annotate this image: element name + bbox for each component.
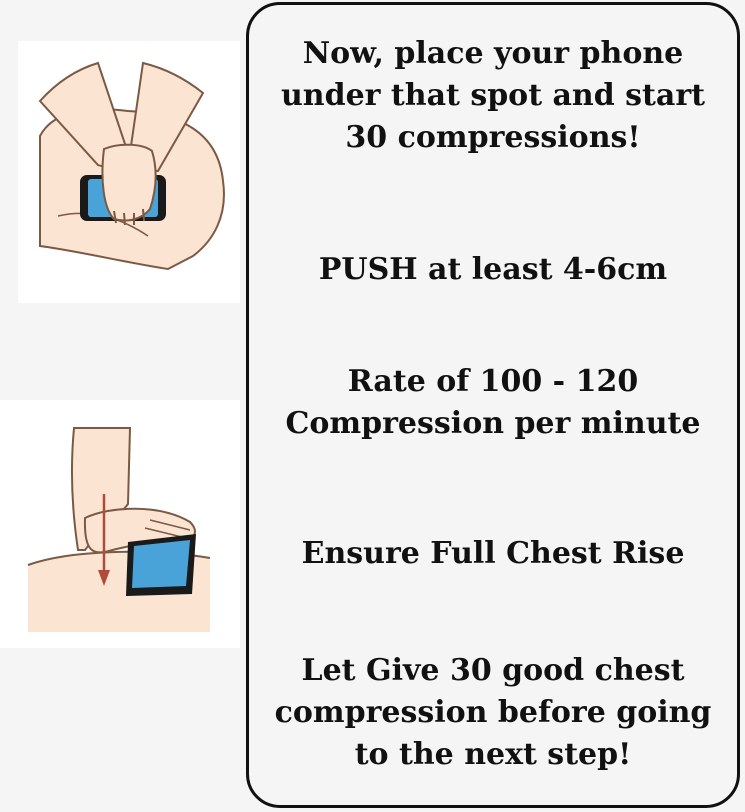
instruction-chest-rise: Ensure Full Chest Rise [301, 536, 685, 571]
instruction-final-step: Let Give 30 good chest compression befor… [274, 653, 712, 772]
side-compression-illustration [0, 400, 240, 648]
instruction-place-phone: Now, place your phone under that spot an… [280, 36, 706, 155]
hands-on-phone-chest-icon [38, 61, 225, 271]
instruction-panel: Now, place your phone under that spot an… [246, 2, 740, 808]
cpr-hands-phone-illustration [18, 41, 240, 303]
hand-pressing-phone-side-icon [27, 427, 211, 632]
instruction-compression-rate: Rate of 100 - 120 Compression per minute [285, 364, 701, 441]
instruction-push-depth: PUSH at least 4-6cm [318, 252, 668, 287]
